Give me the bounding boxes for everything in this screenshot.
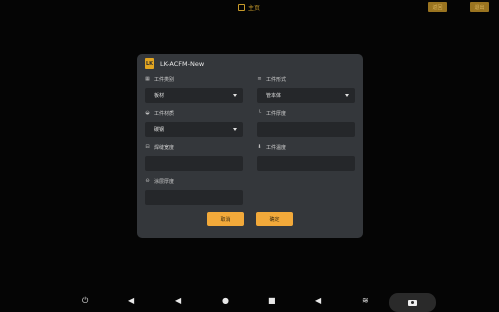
field-coating-thickness: ⊖ 涂层厚度 bbox=[145, 177, 243, 205]
caret-down-icon bbox=[233, 128, 237, 131]
field-weld-width: ⊟ 焊缝宽度 bbox=[145, 143, 243, 171]
home-icon[interactable]: ● bbox=[222, 297, 229, 305]
field-label: 工件材质 bbox=[154, 110, 175, 117]
home-tab-icon bbox=[238, 4, 245, 11]
top-exit-button[interactable]: 退出 bbox=[470, 2, 489, 12]
grid-icon: ▦ bbox=[145, 75, 150, 82]
top-back-button[interactable]: 返回 bbox=[428, 2, 447, 12]
recents-icon[interactable]: ■ bbox=[268, 297, 276, 305]
workpiece-type-select[interactable]: 板材 bbox=[145, 88, 243, 103]
app-logo: LK bbox=[145, 58, 154, 69]
select-value: 板材 bbox=[154, 93, 165, 99]
top-title-label: 主页 bbox=[248, 5, 261, 12]
field-workpiece-form: ≡ 工件形式 管本体 bbox=[257, 75, 355, 103]
select-value: 管本体 bbox=[266, 93, 282, 99]
cancel-button[interactable]: 取消 bbox=[207, 212, 244, 226]
field-label: 工件厚度 bbox=[266, 110, 287, 117]
workpiece-form-select[interactable]: 管本体 bbox=[257, 88, 355, 103]
power-icon[interactable]: ⏻ bbox=[82, 297, 88, 305]
caret-down-icon bbox=[233, 94, 237, 97]
thermometer-icon: ⬇ bbox=[257, 143, 262, 150]
field-workpiece-temperature: ⬇ 工件温度 bbox=[257, 143, 355, 171]
workpiece-material-select[interactable]: 碳钢 bbox=[145, 122, 243, 137]
volume-down-icon[interactable]: ◀ bbox=[128, 297, 134, 305]
settings-dialog: LK LK-ACFM-New ▦ 工件类别 板材 ≡ 工件形式 管本体 ◒ 工件材质 … bbox=[137, 54, 363, 238]
weld-icon: ⊟ bbox=[145, 143, 150, 150]
camera-button[interactable] bbox=[389, 293, 436, 312]
field-label: 焊缝宽度 bbox=[154, 144, 175, 151]
field-label: 工件类别 bbox=[154, 76, 175, 83]
workpiece-thickness-input[interactable] bbox=[257, 122, 355, 137]
dialog-header: LK LK-ACFM-New bbox=[145, 58, 204, 69]
sliders-icon: ≡ bbox=[257, 75, 262, 82]
dialog-title: LK-ACFM-New bbox=[160, 59, 205, 68]
field-workpiece-thickness: └ 工件厚度 bbox=[257, 109, 355, 137]
top-title: 主页 bbox=[238, 3, 260, 12]
field-label: 涂层厚度 bbox=[154, 178, 175, 185]
caret-down-icon bbox=[345, 94, 349, 97]
back-icon[interactable]: ◀ bbox=[175, 297, 181, 305]
coating-icon: ⊖ bbox=[145, 177, 150, 184]
field-label: 工件温度 bbox=[266, 144, 287, 151]
field-workpiece-material: ◒ 工件材质 碳钢 bbox=[145, 109, 243, 137]
ruler-icon: └ bbox=[257, 109, 261, 116]
volume-up-icon[interactable]: ◀ bbox=[315, 297, 321, 305]
top-bar: 主页 返回 退出 bbox=[0, 0, 499, 16]
field-label: 工件形式 bbox=[266, 76, 287, 83]
confirm-button[interactable]: 确定 bbox=[256, 212, 293, 226]
expand-icon[interactable]: ≋ bbox=[362, 297, 369, 305]
coating-thickness-input[interactable] bbox=[145, 190, 243, 205]
camera-icon bbox=[408, 299, 417, 306]
field-workpiece-type: ▦ 工件类别 板材 bbox=[145, 75, 243, 103]
select-value: 碳钢 bbox=[154, 127, 165, 133]
weld-width-input[interactable] bbox=[145, 156, 243, 171]
wifi-icon: ◒ bbox=[145, 109, 150, 116]
workpiece-temperature-input[interactable] bbox=[257, 156, 355, 171]
